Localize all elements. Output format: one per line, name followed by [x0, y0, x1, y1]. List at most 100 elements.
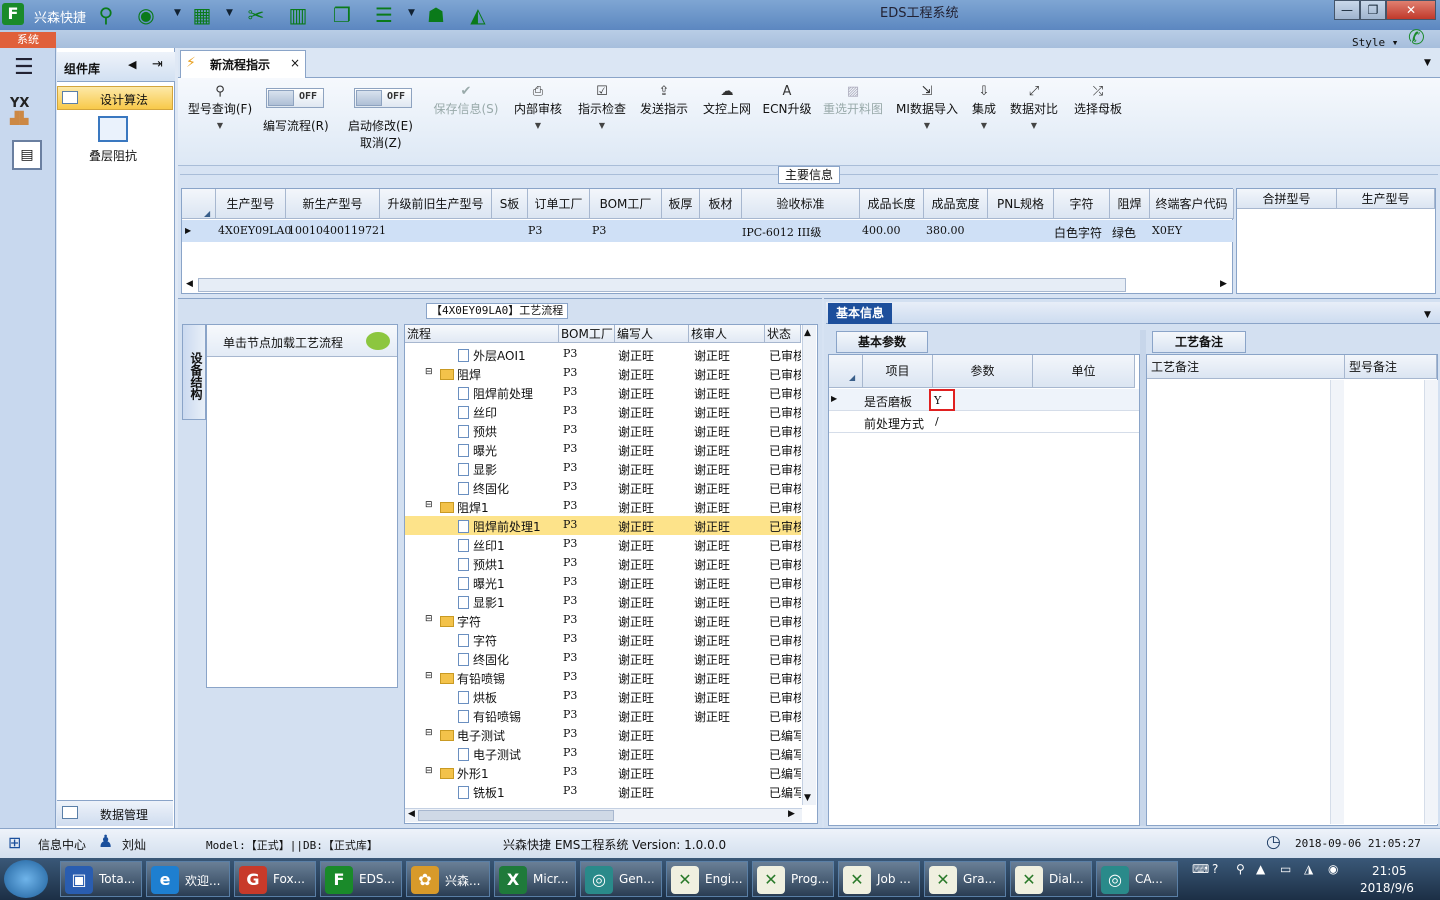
- globe-icon[interactable]: ◉: [134, 3, 158, 27]
- flow-bom[interactable]: P3: [563, 670, 577, 683]
- flow-status[interactable]: 已审核: [769, 404, 801, 421]
- yx-app-icon[interactable]: YX ▟▙: [10, 96, 44, 130]
- col-header[interactable]: 终端客户代码: [1150, 189, 1234, 219]
- app-tray-icon[interactable]: ◉: [1328, 862, 1338, 876]
- col-header[interactable]: 验收标准: [742, 189, 860, 219]
- flow-writer[interactable]: 谢正旺: [618, 556, 654, 573]
- flow-status[interactable]: 已审核: [769, 689, 801, 706]
- internal-review-button[interactable]: ⎙ 内部审核 ▼: [510, 84, 566, 131]
- system-tab[interactable]: 系统: [0, 32, 56, 48]
- flow-bom[interactable]: P3: [563, 404, 577, 417]
- cell-standard[interactable]: IPC-6012 III级: [742, 224, 821, 240]
- flow-tree-row[interactable]: 曝光1 P3 谢正旺 谢正旺 已审核: [405, 573, 801, 592]
- flow-node-name[interactable]: 外形1: [440, 765, 489, 782]
- stackup-impedance-icon[interactable]: [98, 116, 128, 142]
- user-icon[interactable]: ☗: [424, 3, 448, 27]
- stackup-impedance-label[interactable]: 叠层阻抗: [89, 147, 137, 164]
- flow-bom[interactable]: P3: [563, 727, 577, 740]
- flow-reviewer[interactable]: 谢正旺: [694, 537, 730, 554]
- flow-reviewer[interactable]: 谢正旺: [694, 423, 730, 440]
- copy-icon[interactable]: ❐: [330, 3, 354, 27]
- flow-node-name[interactable]: 有铅喷锡: [440, 670, 505, 687]
- flow-bom[interactable]: P3: [563, 632, 577, 645]
- model-notes-scrollbar[interactable]: [1424, 380, 1438, 824]
- cell-char[interactable]: 白色字符: [1054, 224, 1102, 241]
- flow-node-name[interactable]: 阻焊前处理: [458, 385, 533, 402]
- horizontal-scrollbar[interactable]: [198, 278, 1126, 292]
- col-header[interactable]: 阻焊: [1110, 189, 1150, 219]
- flow-bom[interactable]: P3: [563, 518, 577, 531]
- col-header[interactable]: 成品宽度: [924, 189, 988, 219]
- col-header[interactable]: 成品长度: [860, 189, 924, 219]
- flow-writer[interactable]: 谢正旺: [618, 537, 654, 554]
- col-header[interactable]: 流程: [405, 325, 559, 343]
- flow-bom[interactable]: P3: [563, 385, 577, 398]
- taskbar-clock-time[interactable]: 21:05: [1372, 864, 1407, 878]
- flow-node-name[interactable]: 铣板1: [458, 784, 505, 801]
- flow-node-name[interactable]: 字符: [458, 632, 497, 649]
- flow-node-name[interactable]: 预烘: [458, 423, 497, 440]
- device-structure-tab[interactable]: 设备结构: [182, 324, 206, 420]
- param-value[interactable]: Y: [934, 394, 941, 407]
- flow-tree-row[interactable]: 曝光 P3 谢正旺 谢正旺 已审核: [405, 440, 801, 459]
- film-icon[interactable]: ▥: [286, 3, 310, 27]
- flow-status[interactable]: 已审核: [769, 651, 801, 668]
- flow-status[interactable]: 已编写: [769, 746, 801, 763]
- collapse-left-icon[interactable]: ◀: [128, 58, 136, 71]
- flow-status[interactable]: 已编写: [769, 765, 801, 782]
- flow-node-name[interactable]: 字符: [440, 613, 481, 630]
- search-icon[interactable]: ⚲: [94, 3, 118, 27]
- flow-bom[interactable]: P3: [563, 442, 577, 455]
- flow-tree-row[interactable]: 阻焊1 ⊟ P3 谢正旺 谢正旺 已审核: [405, 497, 801, 516]
- flow-tree-row[interactable]: 有铅喷锡 P3 谢正旺 谢正旺 已审核: [405, 706, 801, 725]
- pin-icon[interactable]: ⇥: [152, 57, 163, 72]
- flow-status[interactable]: 已编写: [769, 784, 801, 801]
- flow-status[interactable]: 已审核: [769, 480, 801, 497]
- taskbar-item[interactable]: ✿ 兴森...: [406, 861, 490, 897]
- col-header[interactable]: 编写人: [615, 325, 689, 343]
- flow-bom[interactable]: P3: [563, 347, 577, 360]
- collapse-node-icon[interactable]: ⊟: [425, 766, 433, 776]
- scroll-thumb[interactable]: [418, 810, 614, 821]
- dropdown-arrow-icon[interactable]: ▼: [174, 8, 181, 18]
- scroll-right-icon[interactable]: ▶: [788, 809, 795, 819]
- flow-status[interactable]: 已审核: [769, 518, 801, 535]
- flow-tree-row[interactable]: 终固化 P3 谢正旺 谢正旺 已审核: [405, 649, 801, 668]
- col-header[interactable]: BOM工厂: [590, 189, 662, 219]
- flow-reviewer[interactable]: 谢正旺: [694, 556, 730, 573]
- flow-tree-row[interactable]: 烘板 P3 谢正旺 谢正旺 已审核: [405, 687, 801, 706]
- col-header[interactable]: 型号备注: [1345, 355, 1437, 379]
- flow-node-name[interactable]: 阻焊: [440, 366, 481, 383]
- cell-width[interactable]: 380.00: [926, 224, 965, 237]
- taskbar-item[interactable]: X Micr...: [494, 861, 576, 897]
- panel-dropdown-icon[interactable]: ▼: [1424, 310, 1431, 320]
- flow-bom[interactable]: P3: [563, 461, 577, 474]
- doc-upload-button[interactable]: ☁ 文控上网: [700, 84, 754, 117]
- flow-status[interactable]: 已审核: [769, 537, 801, 554]
- cancel-button[interactable]: 取消(Z): [360, 134, 402, 151]
- col-header[interactable]: 新生产型号: [286, 189, 380, 219]
- restore-button[interactable]: ❐: [1360, 0, 1386, 20]
- flow-tree-row[interactable]: 电子测试 P3 谢正旺 已编写: [405, 744, 801, 763]
- flow-reviewer[interactable]: 谢正旺: [694, 404, 730, 421]
- col-header[interactable]: 板厚: [662, 189, 700, 219]
- flow-status[interactable]: 已审核: [769, 366, 801, 383]
- flow-tree-row[interactable]: 字符 ⊟ P3 谢正旺 谢正旺 已审核: [405, 611, 801, 630]
- taskbar-item[interactable]: e 欢迎...: [146, 861, 230, 897]
- taskbar-item[interactable]: ◎ Gen...: [580, 861, 662, 897]
- flow-node-name[interactable]: 显影1: [458, 594, 505, 611]
- flow-reviewer[interactable]: 谢正旺: [694, 689, 730, 706]
- flow-bom[interactable]: P3: [563, 651, 577, 664]
- flow-tree-row[interactable]: 阻焊前处理 P3 谢正旺 谢正旺 已审核: [405, 383, 801, 402]
- col-header[interactable]: 参数: [933, 355, 1033, 388]
- flow-reviewer[interactable]: 谢正旺: [694, 461, 730, 478]
- flow-writer[interactable]: 谢正旺: [618, 575, 654, 592]
- tray-expand-icon[interactable]: ▲: [1256, 862, 1265, 876]
- col-header[interactable]: 工艺备注: [1147, 355, 1345, 379]
- flow-reviewer[interactable]: 谢正旺: [694, 594, 730, 611]
- scroll-up-icon[interactable]: ▲: [804, 328, 811, 338]
- flow-node-name[interactable]: 有铅喷锡: [458, 708, 521, 725]
- flow-tree-row[interactable]: 丝印 P3 谢正旺 谢正旺 已审核: [405, 402, 801, 421]
- taskbar-item[interactable]: ✕ Job ...: [838, 861, 920, 897]
- help-icon[interactable]: ?: [1212, 862, 1218, 876]
